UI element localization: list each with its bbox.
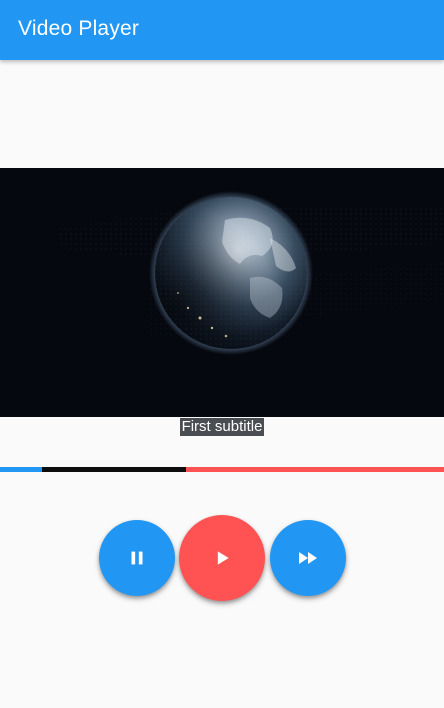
progress-played <box>0 467 42 472</box>
app-bar: Video Player <box>0 0 444 60</box>
play-icon <box>217 551 229 565</box>
pause-button[interactable] <box>99 520 175 596</box>
app-bar-title: Video Player <box>18 17 140 40</box>
subtitle-container: First subtitle <box>0 418 444 436</box>
video-progress-bar[interactable] <box>0 467 444 472</box>
video-view[interactable] <box>0 168 444 417</box>
fast-forward-button[interactable] <box>270 520 346 596</box>
app-root: Video Player First subtitle <box>0 0 444 708</box>
fast-forward-icon <box>299 552 317 564</box>
pause-icon <box>131 551 143 565</box>
play-button[interactable] <box>179 515 265 601</box>
video-frame-earth <box>0 168 444 417</box>
subtitle-text: First subtitle <box>179 418 265 436</box>
